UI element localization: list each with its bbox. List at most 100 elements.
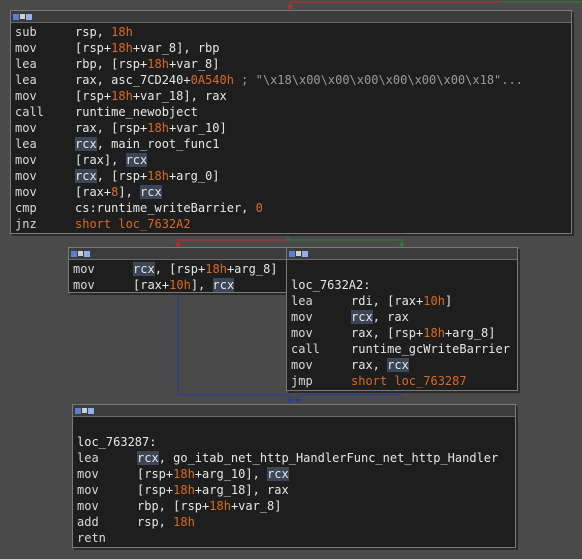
- operand-token: 18h: [423, 326, 445, 340]
- instruction-line[interactable]: mov rax, [rsp+18h+var_10]: [15, 120, 571, 136]
- highlighted-register[interactable]: rcx: [133, 262, 155, 276]
- highlighted-register[interactable]: rcx: [75, 169, 97, 183]
- highlighted-register[interactable]: rcx: [75, 137, 97, 151]
- instruction-line[interactable]: mov [rsp+18h+var_8], rbp: [15, 40, 571, 56]
- mnemonic: mov: [291, 326, 313, 340]
- operand-token: +var_8], rbp: [132, 41, 220, 55]
- operand-token: ],: [118, 185, 141, 199]
- operand-token: rsp,: [75, 25, 112, 39]
- operand-token: cs:runtime_writeBarrier,: [75, 201, 256, 215]
- instruction-line[interactable]: sub rsp, 18h: [15, 24, 571, 40]
- operands: runtime_gcWriteBarrier: [351, 341, 510, 357]
- operand-token: [rsp+: [75, 89, 112, 103]
- operand-token: [rax],: [75, 153, 126, 167]
- instruction-line[interactable]: cmp cs:runtime_writeBarrier, 0: [15, 200, 571, 216]
- block-color-icon[interactable]: [26, 13, 32, 20]
- edge-true: [287, 234, 403, 246]
- operand-token: rax, [rsp+: [75, 121, 148, 135]
- block-color-icon[interactable]: [88, 407, 94, 414]
- edge-jump: [297, 390, 403, 402]
- block-menu-icon[interactable]: [13, 13, 19, 20]
- highlighted-register[interactable]: rcx: [387, 358, 409, 372]
- mnemonic: mov: [73, 262, 95, 276]
- operand-token: [rax+: [133, 278, 170, 292]
- highlighted-register[interactable]: rcx: [125, 153, 148, 167]
- operand-token: 0: [255, 201, 263, 215]
- operand-token: 10h: [423, 294, 445, 308]
- code-label[interactable]: loc_763287:: [77, 434, 515, 450]
- mnemonic: mov: [15, 89, 37, 103]
- operands: short loc_7632A2: [75, 216, 191, 232]
- instruction-line[interactable]: mov [rsp+18h+arg_18], rax: [77, 482, 515, 498]
- operand-token: rax, [rsp+: [351, 326, 424, 340]
- instruction-line[interactable]: mov rcx, [rsp+18h+arg_8]: [73, 261, 287, 277]
- operands: [rsp+18h+var_8], rbp: [75, 40, 220, 56]
- instruction-line[interactable]: lea rbp, [rsp+18h+var_8]: [15, 56, 571, 72]
- mnemonic: cmp: [15, 201, 37, 215]
- block-menu-icon[interactable]: [75, 407, 81, 414]
- instruction-line[interactable]: lea rdi, [rax+10h]: [291, 293, 517, 309]
- instruction-line[interactable]: jmp short loc_763287: [291, 373, 517, 389]
- block-graph-icon[interactable]: [82, 408, 87, 413]
- operands: cs:runtime_writeBarrier, 0: [75, 200, 263, 216]
- highlighted-register[interactable]: rcx: [212, 278, 235, 292]
- block-color-icon[interactable]: [302, 250, 308, 257]
- instruction-line[interactable]: mov rcx, rax: [291, 309, 517, 325]
- instruction-line[interactable]: mov [rsp+18h+var_18], rax: [15, 88, 571, 104]
- instruction-line[interactable]: mov rax, [rsp+18h+arg_8]: [291, 325, 517, 341]
- code-block-loc-763287[interactable]: loc_763287: lea rcx, go_itab_net_http_Hand…: [72, 404, 516, 548]
- operands: rax, asc_7CD240+0A540h ; "\x18\x00\x00\x…: [75, 72, 523, 88]
- mnemonic: mov: [15, 169, 37, 183]
- instruction-line[interactable]: lea rcx, main_root_func1: [15, 136, 571, 152]
- instruction-line[interactable]: lea rcx, go_itab_net_http_HandlerFunc_net…: [77, 450, 515, 466]
- instruction-line[interactable]: retn: [77, 530, 515, 546]
- instruction-line[interactable]: add rsp, 18h: [77, 514, 515, 530]
- operand-token: rbp, [rsp+: [75, 57, 148, 71]
- operand-token: , rax: [372, 310, 409, 324]
- block-graph-icon[interactable]: [78, 251, 83, 256]
- code-label[interactable]: loc_7632A2:: [291, 277, 517, 293]
- instruction-line[interactable]: call runtime_newobject: [15, 104, 571, 120]
- block-titlebar: [11, 11, 571, 23]
- operand-token: , go_itab_net_http_HandlerFunc_net_http_…: [158, 451, 499, 465]
- operand-token: ],: [190, 278, 213, 292]
- block-menu-icon[interactable]: [289, 250, 295, 257]
- instruction-line[interactable]: mov [rsp+18h+arg_10], rcx: [77, 466, 515, 482]
- highlighted-register[interactable]: rcx: [140, 185, 162, 199]
- operands: [rax], rcx: [75, 152, 148, 168]
- operands: rax, [rsp+18h+arg_8]: [351, 325, 496, 341]
- block-menu-icon[interactable]: [71, 250, 77, 257]
- instruction-line[interactable]: mov [rax+10h], rcx: [73, 277, 287, 293]
- instruction-line[interactable]: mov rbp, [rsp+18h+var_8]: [77, 498, 515, 514]
- instruction-line[interactable]: mov rax, rcx: [291, 357, 517, 373]
- mnemonic: mov: [15, 153, 37, 167]
- mnemonic: mov: [15, 121, 37, 135]
- instruction-line[interactable]: lea rax, asc_7CD240+0A540h ; "\x18\x00\x0…: [15, 72, 571, 88]
- mnemonic: lea: [15, 57, 37, 71]
- instruction-line[interactable]: call runtime_gcWriteBarrier: [291, 341, 517, 357]
- instruction-line[interactable]: mov [rax+8], rcx: [15, 184, 571, 200]
- operand-token: +arg_0]: [168, 169, 220, 183]
- operand-token: +var_8]: [168, 57, 220, 71]
- instruction-line[interactable]: jnz short loc_7632A2: [15, 216, 571, 232]
- code-block-fallthrough[interactable]: mov rcx, [rsp+18h+arg_8] mov [rax+10h], rcx: [68, 247, 288, 293]
- mnemonic: mov: [15, 41, 37, 55]
- highlighted-register[interactable]: rcx: [267, 467, 289, 481]
- operand-token: +var_10]: [168, 121, 227, 135]
- incoming-edge-red: [289, 1, 500, 4]
- instruction-line[interactable]: mov rcx, [rsp+18h+arg_0]: [15, 168, 571, 184]
- highlighted-register[interactable]: rcx: [137, 451, 159, 465]
- code-block-loc-7632a2[interactable]: loc_7632A2: lea rdi, [rax+10h] mov rcx, rax m…: [286, 247, 518, 391]
- operand-token: , main_root_func1: [96, 137, 220, 151]
- operand-token: short loc_763287: [351, 374, 467, 388]
- operand-token: runtime_newobject: [75, 105, 198, 119]
- block-graph-icon[interactable]: [296, 251, 301, 256]
- mnemonic: retn: [77, 531, 106, 545]
- highlighted-register[interactable]: rcx: [351, 310, 373, 324]
- code-block-entry[interactable]: sub rsp, 18h mov [rsp+18h+var_8], rbp lea rbp…: [10, 10, 572, 234]
- block-color-icon[interactable]: [84, 250, 90, 257]
- instruction-line[interactable]: mov [rax], rcx: [15, 152, 571, 168]
- operands: rcx, main_root_func1: [75, 136, 220, 152]
- block-body: loc_7632A2: lea rdi, [rax+10h] mov rcx, rax m…: [287, 260, 517, 389]
- block-graph-icon[interactable]: [20, 14, 25, 19]
